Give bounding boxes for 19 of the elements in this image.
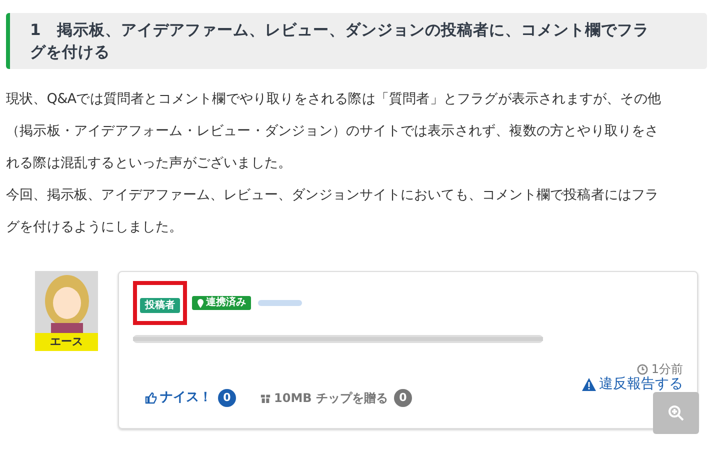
clock-icon — [637, 364, 648, 374]
tip-count: 0 — [394, 388, 412, 407]
pin-icon — [197, 298, 204, 308]
body-paragraph: 今回、掲示板、アイデアファーム、レビュー、ダンジョンサイトにおいても、コメント欄で投稿者にはフラグを付けるようにしました。 — [6, 186, 660, 237]
linked-badge: 連携済み — [192, 296, 251, 310]
zoom-button[interactable] — [653, 392, 699, 434]
nice-button[interactable]: ナイス！ 0 — [145, 388, 236, 408]
thumbs-up-icon — [145, 392, 157, 404]
report-link[interactable]: 違反報告する — [582, 374, 683, 396]
zoom-in-icon — [668, 405, 684, 421]
nice-count: 0 — [218, 388, 236, 407]
warning-icon — [582, 378, 596, 392]
body-paragraph: 現状、Q&Aでは質問者とコメント欄でやり取りをされる際は「質問者」とフラグが表示されますが、その他（掲示板・アイデアフォーム・レビュー・ダンジョン）のサイトでは表示されず、複数の方とやり取りをされる際は混乱するといった声がございました。 — [6, 90, 662, 173]
poster-badge: 投稿者 — [140, 298, 180, 313]
tip-button[interactable]: 10MB チップを贈る 0 — [260, 388, 412, 407]
timestamp: 1分前 — [651, 361, 683, 376]
section-heading: 1 掲示板、アイデアファーム、レビュー、ダンジョンの投稿者に、コメント欄でフラグを付ける — [6, 13, 707, 69]
rank-label: エース — [35, 333, 98, 351]
gift-icon — [260, 392, 271, 404]
